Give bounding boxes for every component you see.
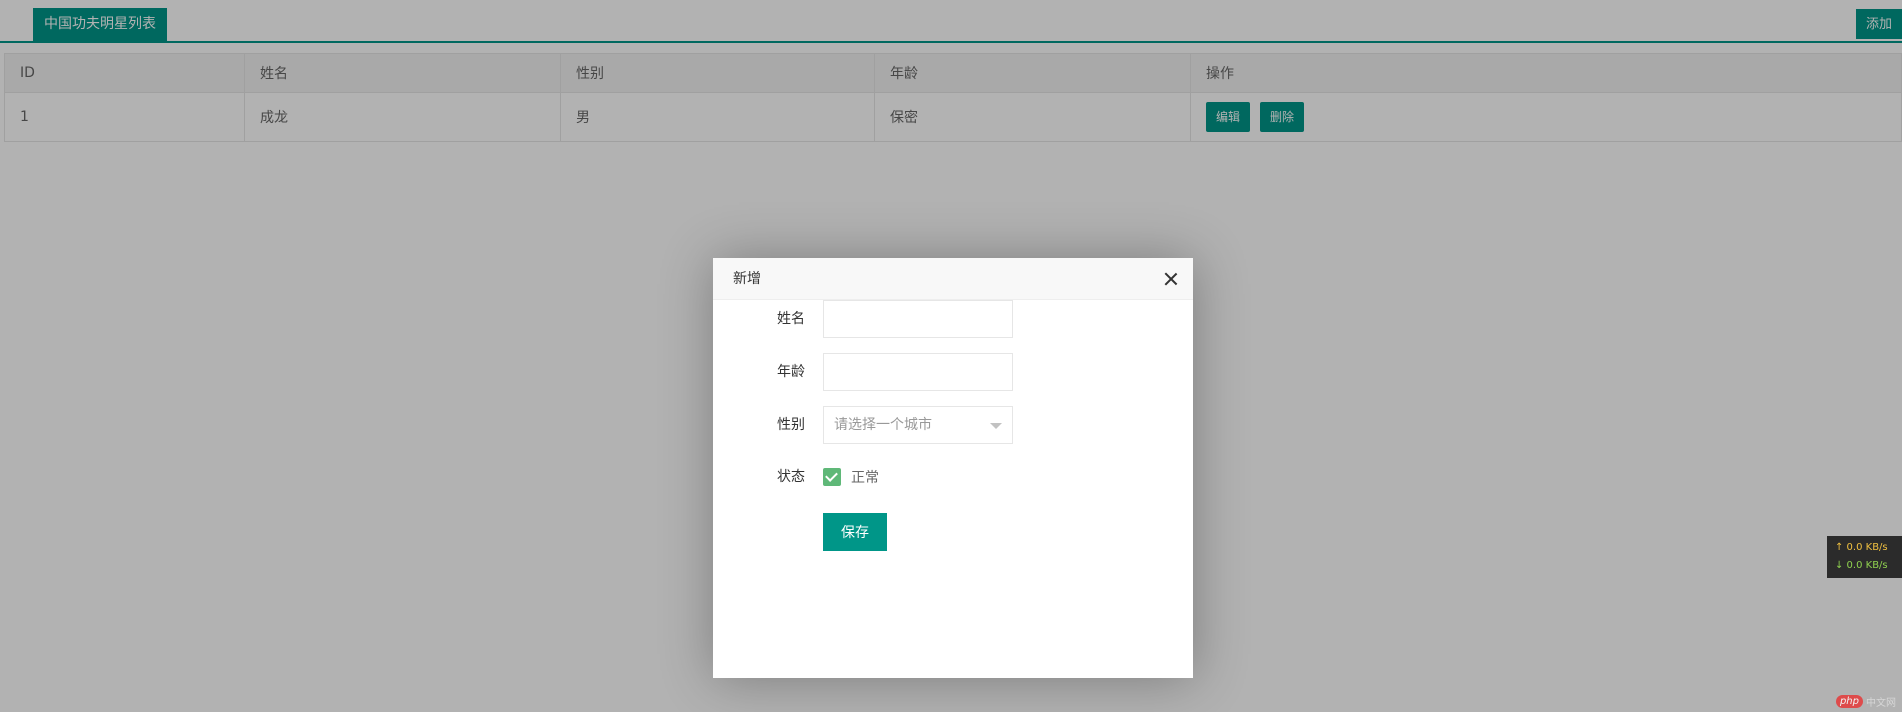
- save-button[interactable]: 保存: [823, 513, 887, 551]
- download-speed: ↓ 0.0 KB/s: [1835, 560, 1888, 571]
- status-checkbox[interactable]: 正常: [823, 458, 879, 496]
- modal-header: 新增: [713, 258, 1193, 300]
- php-logo-icon: php: [1835, 694, 1863, 708]
- name-input[interactable]: [823, 300, 1013, 338]
- form-row-status: 状态 正常: [713, 458, 1193, 496]
- form-row-name: 姓名: [713, 300, 1193, 338]
- form-row-gender: 性别 请选择一个城市: [713, 406, 1193, 444]
- form-row-actions: 保存: [713, 513, 1193, 551]
- gender-select[interactable]: 请选择一个城市: [823, 406, 1013, 444]
- upload-speed: ↑ 0.0 KB/s: [1835, 542, 1888, 553]
- checkmark-icon[interactable]: [823, 468, 841, 486]
- watermark-text: 中文网: [1866, 697, 1896, 709]
- modal-title: 新增: [733, 271, 761, 287]
- network-speed-widget: ↑ 0.0 KB/s ↓ 0.0 KB/s: [1827, 536, 1902, 578]
- close-icon[interactable]: [1161, 269, 1181, 289]
- watermark: php 中文网: [1835, 694, 1896, 709]
- form-row-age: 年龄: [713, 353, 1193, 391]
- age-input[interactable]: [823, 353, 1013, 391]
- chevron-down-icon: [990, 423, 1002, 429]
- name-label: 姓名: [777, 311, 805, 327]
- status-label: 状态: [777, 469, 805, 485]
- gender-label: 性别: [777, 417, 805, 433]
- add-modal: 新增 姓名 年龄 性别 请选择一个城市 状态 正常 保存: [713, 258, 1193, 678]
- gender-select-placeholder: 请选择一个城市: [834, 417, 932, 433]
- age-label: 年龄: [777, 364, 805, 380]
- status-checkbox-label: 正常: [851, 470, 879, 486]
